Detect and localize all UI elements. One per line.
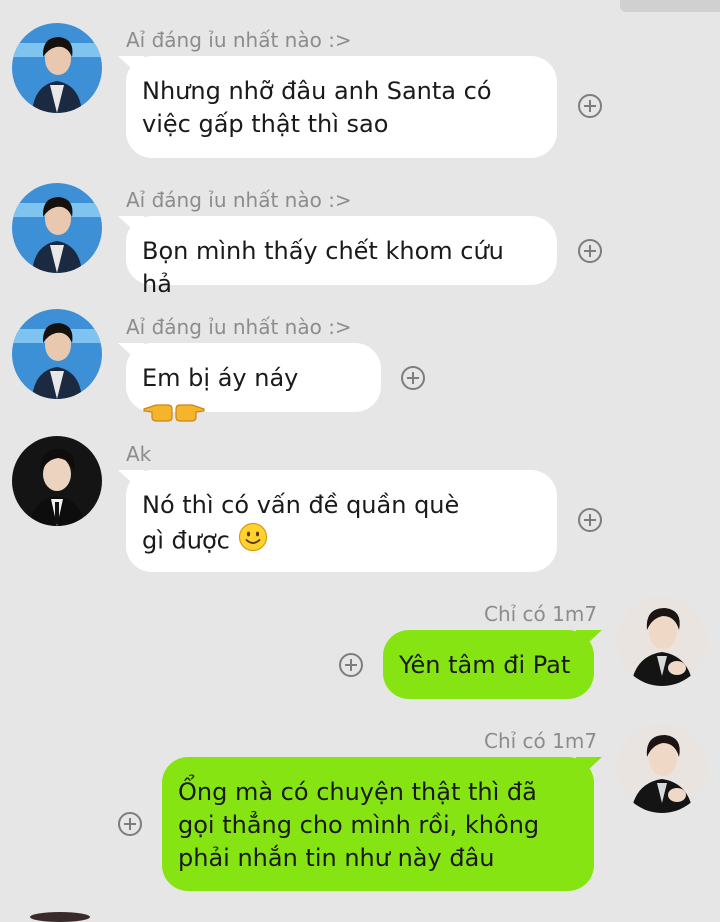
- add-reaction-icon[interactable]: [118, 812, 142, 836]
- message-bubble[interactable]: Em bị áy náy: [126, 343, 381, 422]
- avatar-photo: [12, 23, 102, 113]
- add-reaction-icon[interactable]: [578, 94, 602, 118]
- message-bubble[interactable]: Nhưng nhỡ đâu anh Santa có việc gấp thật…: [126, 56, 557, 158]
- avatar[interactable]: [617, 723, 707, 813]
- sender-name: Aỉ đáng ỉu nhất nào :>: [126, 28, 352, 52]
- next-avatar-edge: [30, 912, 90, 922]
- add-reaction-icon[interactable]: [578, 239, 602, 263]
- avatar[interactable]: [617, 596, 707, 686]
- sender-name: Chỉ có 1m7: [484, 602, 598, 626]
- avatar[interactable]: [12, 436, 102, 526]
- pointing-hands-emoji: [142, 395, 206, 432]
- message-text: Bọn mình thấy chết khom cứu hả: [142, 237, 504, 298]
- add-reaction-icon[interactable]: [339, 653, 363, 677]
- message-bubble[interactable]: Bọn mình thấy chết khom cứu hả: [126, 216, 557, 298]
- message-text: Nhưng nhỡ đâu anh Santa có việc gấp thật…: [142, 77, 492, 138]
- avatar-photo: [12, 436, 102, 526]
- avatar[interactable]: [12, 183, 102, 273]
- avatar-photo: [12, 309, 102, 399]
- sender-name: Chỉ có 1m7: [484, 729, 598, 753]
- sender-name: Aỉ đáng ỉu nhất nào :>: [126, 315, 352, 339]
- avatar-photo: [12, 183, 102, 273]
- avatar-photo: [617, 596, 707, 686]
- sender-name: Ak: [126, 442, 152, 466]
- message-text-line1: Nó thì có vấn đề quần què: [142, 491, 460, 519]
- message-text: Em bị áy náy: [142, 364, 299, 392]
- message-bubble[interactable]: Yên tâm đi Pat: [383, 630, 594, 699]
- sender-name: Aỉ đáng ỉu nhất nào :>: [126, 188, 352, 212]
- message-bubble[interactable]: Nó thì có vấn đề quần què gì được: [126, 470, 557, 572]
- smiling-face-emoji: [238, 522, 268, 561]
- message-text-line2: gì được: [142, 526, 230, 555]
- message-text: Ổng mà có chuyện thật thì đã gọi thẳng c…: [178, 778, 540, 872]
- message-bubble[interactable]: Ổng mà có chuyện thật thì đã gọi thẳng c…: [162, 757, 594, 891]
- top-menu-tab[interactable]: [620, 0, 720, 12]
- add-reaction-icon[interactable]: [401, 366, 425, 390]
- avatar[interactable]: [12, 23, 102, 113]
- message-text: Yên tâm đi Pat: [399, 651, 571, 679]
- avatar-photo: [617, 723, 707, 813]
- avatar[interactable]: [12, 309, 102, 399]
- add-reaction-icon[interactable]: [578, 508, 602, 532]
